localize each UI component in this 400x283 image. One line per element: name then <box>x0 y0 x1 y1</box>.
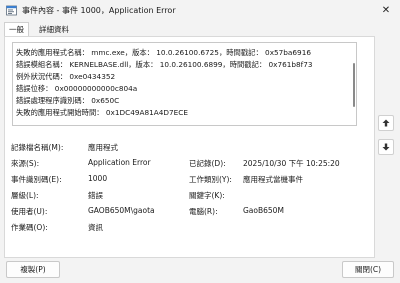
log-name-label: 記錄檔名稱(M): <box>11 143 64 152</box>
computer-label: 電腦(R): <box>189 207 218 216</box>
description-line: 錯誤處理程序識別碼： 0x650C <box>16 96 120 105</box>
description-textbox[interactable]: 失敗的應用程式名稱： mmc.exe，版本： 10.0.26100.6725，時… <box>12 42 357 126</box>
copy-button[interactable]: 複製(P) <box>6 261 60 278</box>
arrow-up-icon <box>382 119 390 127</box>
source-label: 來源(S): <box>11 159 40 168</box>
description-line: 失敗的應用程式開始時間： 0x1DC49A81A4D7ECE <box>16 108 188 117</box>
general-panel: 失敗的應用程式名稱： mmc.exe，版本： 10.0.26100.6725，時… <box>4 36 375 258</box>
description-line: 錯誤位移： 0x00000000000c804a <box>16 84 138 93</box>
level-value: 錯誤 <box>88 191 103 200</box>
user-label: 使用者(U): <box>11 207 48 216</box>
task-category-value: 應用程式當機事件 <box>243 175 303 184</box>
scrollbar-thumb[interactable] <box>353 63 355 107</box>
window-close-button[interactable]: ✕ <box>372 0 400 22</box>
arrow-down-icon <box>382 143 390 151</box>
event-id-value: 1000 <box>88 174 108 183</box>
window-title: 事件內容 - 事件 1000，Application Error <box>22 6 176 15</box>
description-scrollbar[interactable] <box>352 43 356 125</box>
keywords-label: 關鍵字(K): <box>189 191 225 200</box>
user-value: GAOB650M\gaota <box>88 206 155 215</box>
title-bar: 事件內容 - 事件 1000，Application Error ✕ <box>0 0 400 22</box>
task-category-label: 工作類別(Y): <box>189 175 232 184</box>
level-label: 層級(L): <box>11 191 39 200</box>
previous-event-button[interactable] <box>378 115 394 131</box>
logged-label: 已記錄(D): <box>189 159 226 168</box>
opcode-value: 資訊 <box>88 223 103 232</box>
log-name-value: 應用程式 <box>88 143 118 152</box>
computer-value: GaoB650M <box>243 206 284 215</box>
description-line: 失敗的應用程式名稱： mmc.exe，版本： 10.0.26100.6725，時… <box>16 48 311 57</box>
close-button[interactable]: 關閉(C) <box>342 261 394 278</box>
opcode-label: 作業碼(O): <box>11 223 48 232</box>
tab-details[interactable]: 詳細資料 <box>35 23 73 36</box>
description-line: 錯誤模組名稱： KERNELBASE.dll，版本： 10.0.26100.68… <box>16 60 313 69</box>
source-value: Application Error <box>88 158 151 167</box>
event-viewer-icon <box>6 5 17 16</box>
next-event-button[interactable] <box>378 139 394 155</box>
description-line: 例外狀況代碼： 0xe0434352 <box>16 72 116 81</box>
event-id-label: 事件識別碼(E): <box>11 175 62 184</box>
logged-value: 2025/10/30 下午 10:25:20 <box>243 159 340 168</box>
